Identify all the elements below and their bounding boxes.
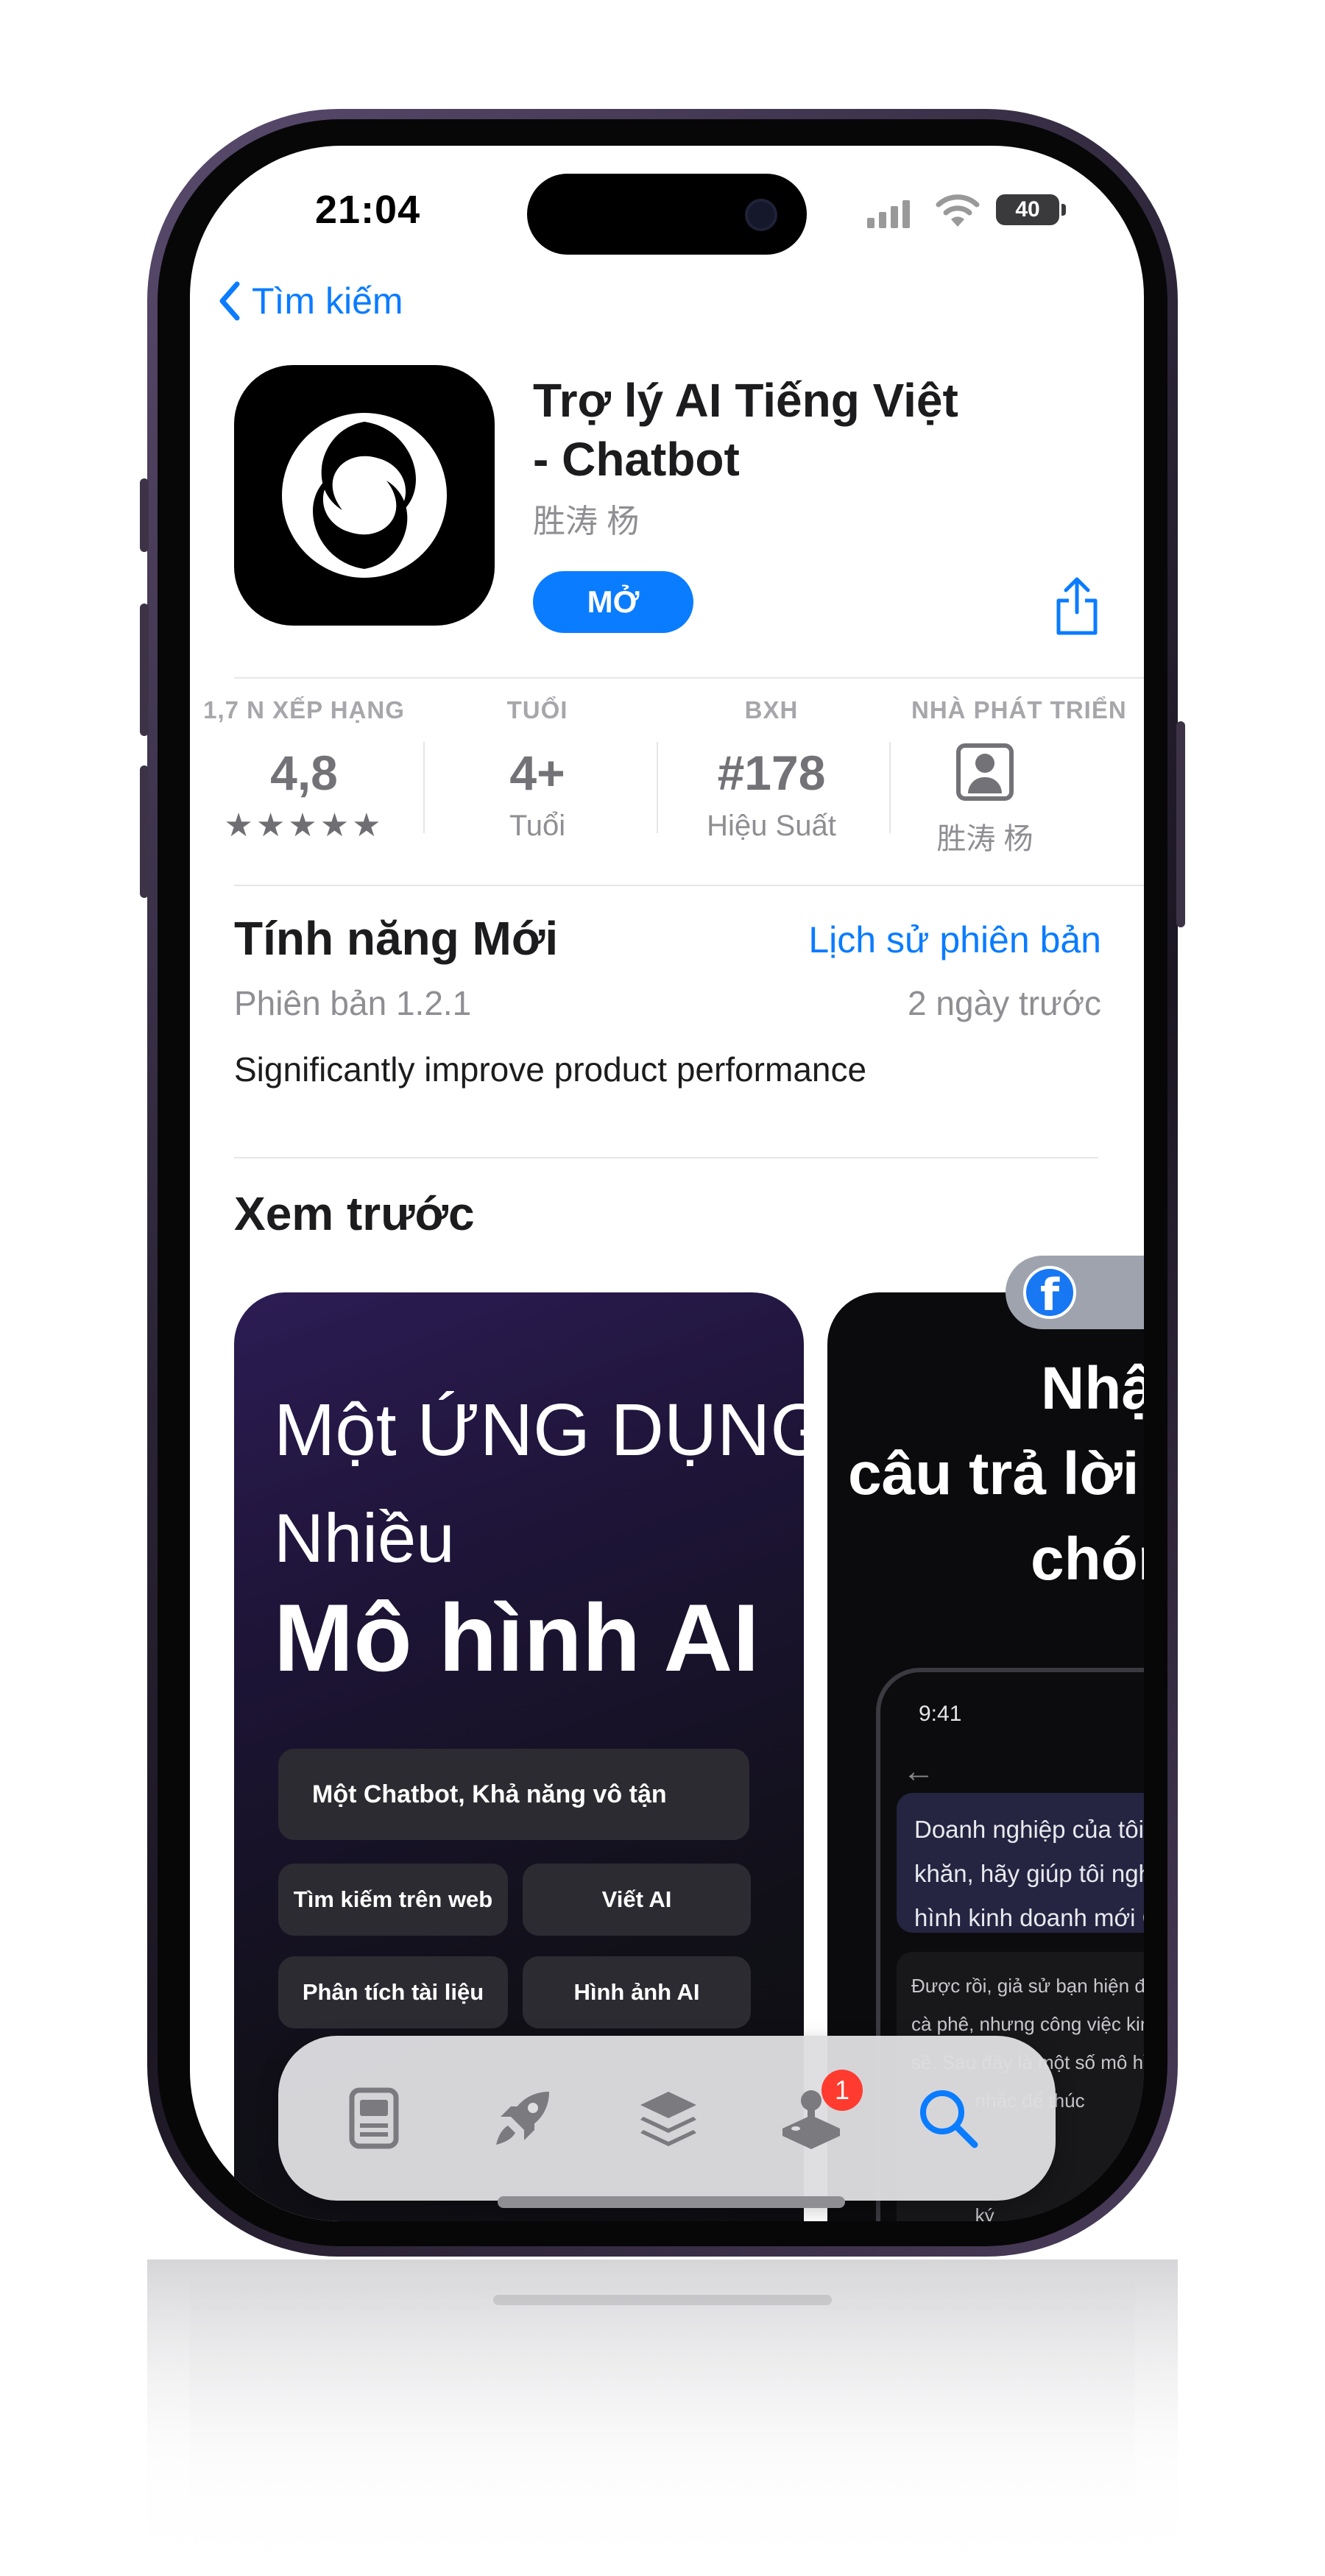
divider-top (234, 677, 1144, 679)
age-value: 4+ (509, 746, 565, 800)
info-separator (889, 742, 891, 833)
tab-arcade[interactable]: 1 (767, 2070, 863, 2162)
share-icon[interactable] (1053, 576, 1101, 636)
tab-bar: 1 (278, 2036, 1056, 2201)
release-notes: Significantly improve product performanc… (234, 1050, 867, 1089)
tab-games[interactable] (478, 2074, 567, 2162)
rating-value: 4,8 (270, 746, 338, 800)
rating-stars: ★★★★★ (224, 807, 384, 843)
preview-heading: Xem trước (234, 1187, 475, 1240)
battery-indicator: 40 (996, 194, 1059, 225)
arcade-badge: 1 (822, 2070, 863, 2111)
wifi-icon (936, 194, 980, 227)
feature-chip-main: Một Chatbot, Khả năng vô tận (278, 1749, 749, 1840)
developer-label: NHÀ PHÁT TRIỂN (911, 696, 1127, 723)
version-history-link[interactable]: Lịch sử phiên bản (808, 919, 1101, 961)
open-button[interactable]: MỞ (533, 571, 693, 633)
screenshot2-headline-1: Nhậ (1041, 1355, 1144, 1422)
tab-search[interactable] (904, 2074, 992, 2162)
chart-info[interactable]: BXH #178 Hiệu Suất (654, 696, 889, 843)
status-time: 21:04 (315, 188, 421, 232)
home-indicator[interactable] (498, 2196, 845, 2208)
screenshot-headline-2: Nhiều (274, 1499, 455, 1577)
power-button (1176, 721, 1185, 927)
screenshot-headline-3: Mô hình AI (274, 1584, 760, 1691)
age-sub: Tuổi (509, 810, 566, 842)
layers-icon (640, 2092, 696, 2146)
app-title-line1: Trợ lý AI Tiếng Việt (533, 374, 958, 427)
volume-up-button (140, 604, 149, 736)
age-info[interactable]: TUỔI 4+ Tuổi (420, 696, 655, 843)
reflection-fade (147, 2260, 1178, 2576)
back-label: Tìm kiếm (252, 280, 403, 322)
app-title-line2: - Chatbot (533, 433, 740, 486)
feature-chip-doc-analysis: Phân tích tài liệu (278, 1956, 508, 2028)
chevron-left-icon (219, 281, 240, 321)
volume-down-button (140, 765, 149, 898)
chart-rank-value: #178 (717, 746, 826, 800)
dynamic-island (527, 174, 807, 255)
today-icon (349, 2087, 399, 2149)
arrow-left-icon: ← (902, 1753, 935, 1789)
whats-new-heading: Tính năng Mới (234, 912, 559, 965)
rocket-icon (496, 2092, 549, 2145)
release-date: 2 ngày trước (908, 984, 1101, 1022)
ratings-info[interactable]: 1,7 N XẾP HẠNG 4,8 ★★★★★ (190, 696, 422, 844)
person-icon (956, 743, 1014, 801)
divider-whats-new (234, 1157, 1098, 1158)
chart-label: BXH (744, 696, 799, 723)
feature-chip-web-search: Tìm kiếm trên web (278, 1864, 508, 1936)
tab-today[interactable] (330, 2074, 418, 2162)
app-logo-icon (282, 413, 447, 578)
app-developer[interactable]: 胜涛 杨 (533, 495, 639, 542)
developer-info[interactable]: NHÀ PHÁT TRIỂN 胜涛 杨 (897, 696, 1144, 857)
signal-icon (867, 200, 910, 228)
age-label: TUỔI (506, 696, 568, 723)
app-title: Trợ lý AI Tiếng Việt - Chatbot (533, 371, 1048, 489)
back-button[interactable]: Tìm kiếm (216, 280, 403, 322)
phone-reflection (147, 2260, 1178, 2576)
ratings-label: 1,7 N XẾP HẠNG (203, 696, 405, 723)
screenshot2-headline-2: câu trả lời (848, 1440, 1140, 1507)
app-icon (234, 365, 495, 626)
mockup-user-message: Doanh nghiệp của tôi đ khăn, hãy giúp tô… (897, 1793, 1144, 1933)
version-label: Phiên bản 1.2.1 (234, 984, 472, 1022)
action-button (140, 478, 149, 552)
screen: 21:04 40 Tìm kiếm Trợ lý AI Tiếng Việt -… (190, 146, 1144, 2221)
front-camera (745, 199, 777, 231)
tab-apps[interactable] (624, 2074, 713, 2162)
floating-social-badge[interactable]: f (1006, 1256, 1144, 1329)
divider-info (234, 885, 1144, 886)
screenshot-headline-1: Một ỨNG DỤNG, (274, 1389, 804, 1471)
feature-chip-ai-image: Hình ảnh AI (523, 1956, 751, 2028)
feature-chip-ai-writing: Viết AI (523, 1864, 751, 1936)
battery-tip (1061, 204, 1066, 216)
screenshot2-headline-3: chón (1031, 1526, 1144, 1593)
developer-name: 胜涛 杨 (936, 823, 1034, 855)
search-icon (920, 2090, 978, 2148)
chart-category: Hiệu Suất (707, 810, 836, 842)
mockup-time: 9:41 (919, 1702, 962, 1726)
facebook-icon: f (1023, 1266, 1076, 1321)
